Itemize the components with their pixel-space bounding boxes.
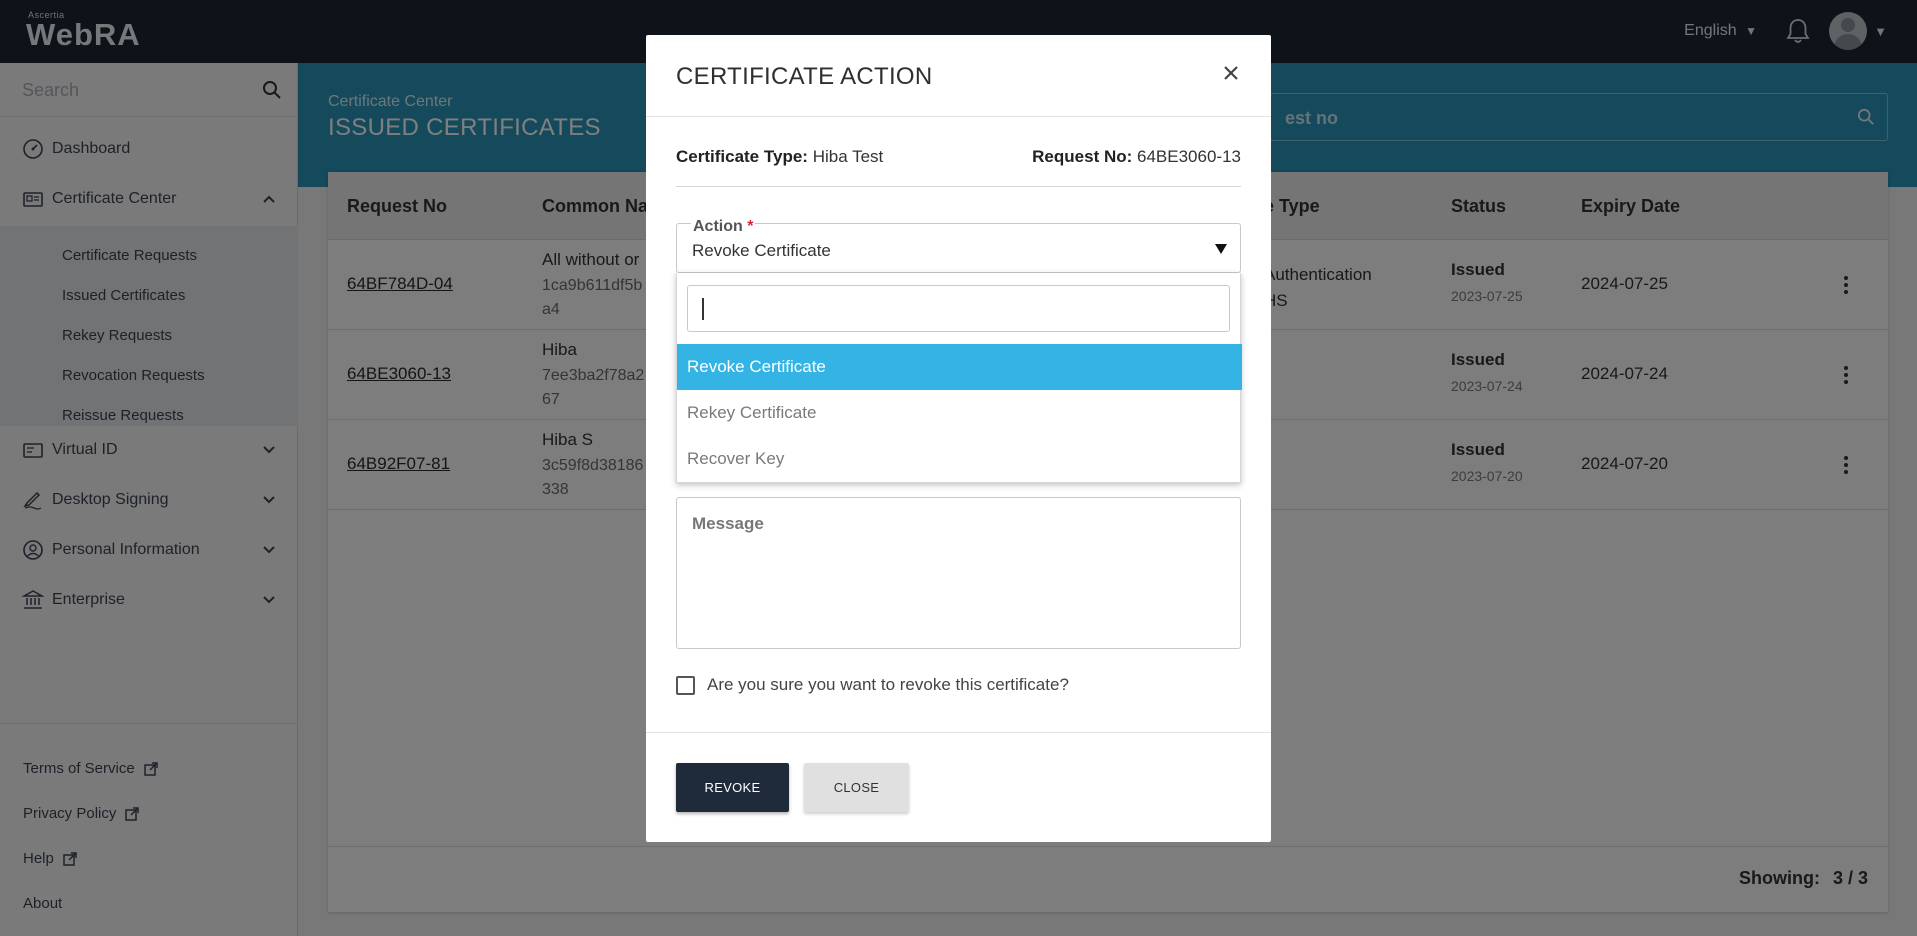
certificate-type-label: Certificate Type: [676, 147, 808, 166]
action-label: Action * [691, 218, 756, 236]
revoke-confirmation[interactable]: Are you sure you want to revoke this cer… [676, 675, 1069, 695]
caret-down-icon [1215, 244, 1227, 254]
dialog-header: CERTIFICATE ACTION [646, 35, 1271, 117]
message-textarea[interactable]: Message [676, 497, 1241, 649]
action-selected-value: Revoke Certificate [692, 241, 831, 260]
request-no-label: Request No: [1032, 147, 1133, 166]
certificate-type-value: Hiba Test [812, 147, 884, 166]
required-marker: * [747, 218, 754, 235]
option-recover-key[interactable]: Recover Key [677, 436, 1242, 482]
action-dropdown-menu: Revoke Certificate Rekey Certificate Rec… [676, 273, 1242, 483]
option-revoke-certificate[interactable]: Revoke Certificate [677, 344, 1242, 390]
request-no-value: 64BE3060-13 [1137, 147, 1241, 166]
message-placeholder: Message [692, 514, 764, 533]
dropdown-search-input[interactable] [700, 296, 1220, 322]
dialog-footer-divider [646, 732, 1271, 733]
revoke-button[interactable]: REVOKE [676, 763, 789, 812]
confirm-text: Are you sure you want to revoke this cer… [707, 675, 1069, 694]
certificate-action-dialog: CERTIFICATE ACTION Certificate Type: Hib… [646, 35, 1271, 842]
text-cursor [702, 298, 704, 320]
close-button[interactable]: CLOSE [804, 763, 909, 812]
dialog-title: CERTIFICATE ACTION [676, 63, 933, 90]
option-rekey-certificate[interactable]: Rekey Certificate [677, 390, 1242, 436]
action-select[interactable]: Action * Revoke Certificate [676, 218, 1241, 273]
confirm-checkbox[interactable] [676, 675, 695, 695]
request-no-field: Request No: 64BE3060-13 [1032, 147, 1241, 167]
certificate-type-field: Certificate Type: Hiba Test [676, 147, 883, 166]
certificate-meta: Certificate Type: Hiba Test Request No: … [676, 147, 1241, 187]
dropdown-search [687, 285, 1230, 332]
close-icon[interactable] [1221, 63, 1241, 83]
action-label-text: Action [693, 218, 743, 235]
